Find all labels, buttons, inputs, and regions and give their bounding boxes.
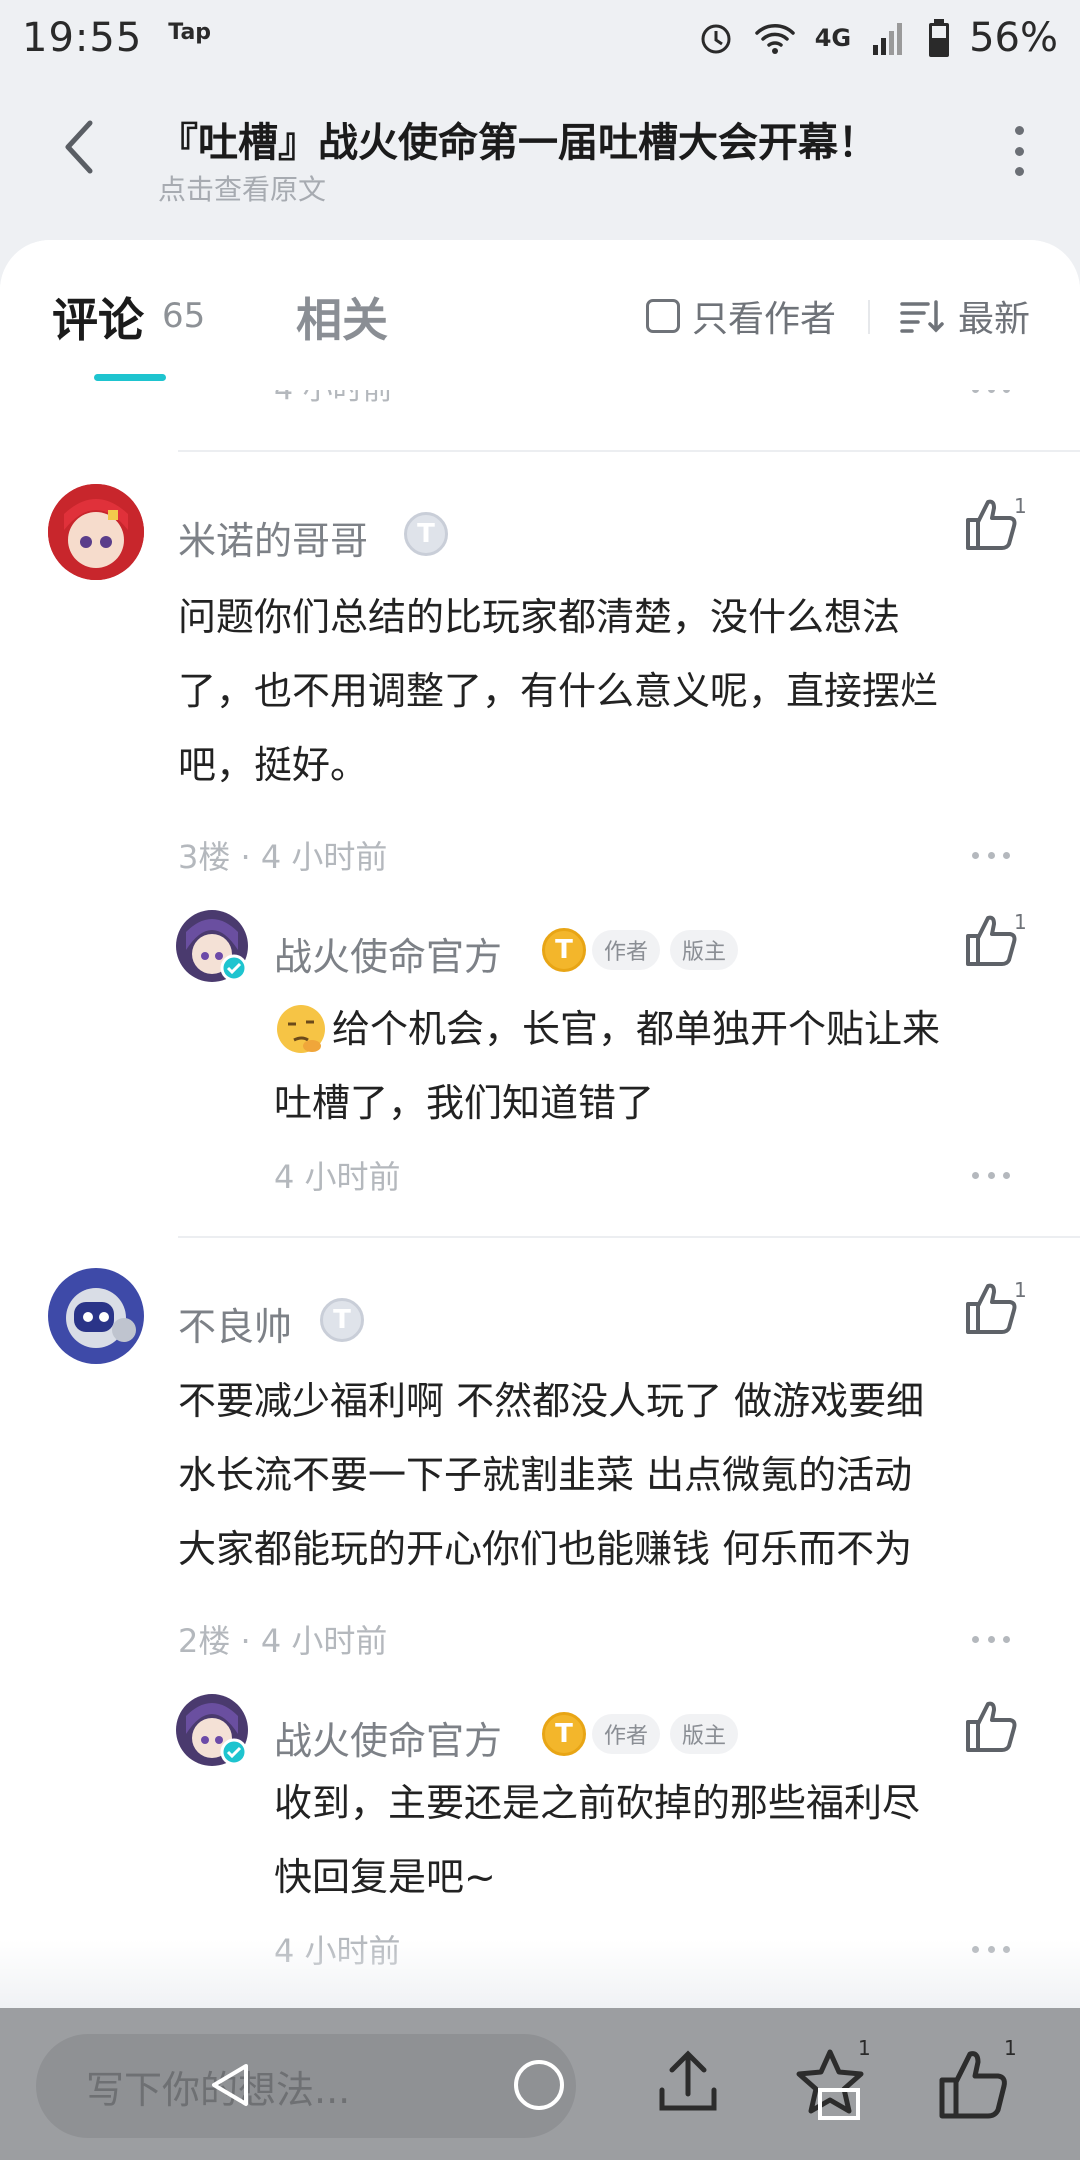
avatar[interactable] xyxy=(48,1268,144,1364)
reply-meta: 4 小时前 xyxy=(274,1158,401,1196)
active-tab-indicator xyxy=(94,374,166,381)
chevron-left-icon xyxy=(65,120,93,174)
post-title[interactable]: 『吐槽』战火使命第一届吐槽大会开幕！ xyxy=(158,110,878,168)
like-button[interactable] xyxy=(960,1278,1020,1338)
reply-text: 给个机会，长官，都单独开个贴让来 吐槽了，我们知道错了 xyxy=(274,1007,941,1125)
battery-icon xyxy=(929,19,950,57)
comment-text: 不要减少福利啊 不然都没人玩了 做游戏要细 水长流不要一下子就割韭菜 出点微氪的… xyxy=(178,1379,925,1571)
thumbs-up-icon xyxy=(966,1283,1017,1334)
wifi-icon xyxy=(754,24,795,54)
clock: 19:55 xyxy=(22,15,143,61)
thumbs-up-icon xyxy=(966,1701,1017,1752)
level-badge: T xyxy=(404,512,448,556)
more-options-button[interactable] xyxy=(1004,126,1034,176)
app-tag: Tap xyxy=(168,19,212,45)
view-original-link[interactable]: 点击查看原文 xyxy=(158,168,326,208)
comment-feed: 4 小时前 米诺的哥哥 T 1 问题你们总结的比玩家都清楚，没什么想法 了，也不… xyxy=(0,240,1080,2010)
divider xyxy=(178,450,1080,452)
like-button[interactable] xyxy=(960,910,1020,970)
comment-count: 65 xyxy=(162,296,206,336)
level-badge: T xyxy=(320,1298,364,1342)
divider xyxy=(868,300,870,334)
comment-input[interactable]: 写下你的想法... xyxy=(36,2034,576,2138)
comment-meta: 3楼 · 4 小时前 xyxy=(178,838,388,876)
status-bar: 19:55 Tap 4G 56% xyxy=(0,0,1080,76)
nav-back-icon[interactable] xyxy=(206,2060,254,2110)
username[interactable]: 米诺的哥哥 xyxy=(178,510,368,565)
status-icons: 4G 56% xyxy=(697,15,1058,61)
thumbs-up-icon xyxy=(966,499,1017,550)
favorite-count: 1 xyxy=(858,2036,871,2060)
level-badge: T xyxy=(542,928,586,972)
comment-more-button[interactable] xyxy=(972,1634,1010,1644)
tab-comments[interactable]: 评论 xyxy=(52,284,144,350)
author-only-label: 只看作者 xyxy=(692,299,837,340)
verified-icon xyxy=(220,954,248,982)
avatar[interactable] xyxy=(48,484,144,580)
back-button[interactable] xyxy=(50,112,110,182)
nav-home-icon[interactable] xyxy=(514,2060,564,2110)
like-count: 1 xyxy=(1014,1278,1027,1302)
tab-related[interactable]: 相关 xyxy=(296,284,388,350)
alarm-icon xyxy=(701,24,731,54)
author-tag: 作者 xyxy=(592,1714,661,1754)
like-count: 1 xyxy=(1004,2036,1017,2060)
comments-card: 4 小时前 米诺的哥哥 T 1 问题你们总结的比玩家都清楚，没什么想法 了，也不… xyxy=(0,240,1080,2010)
checkbox-icon[interactable] xyxy=(646,299,680,333)
divider xyxy=(178,1236,1080,1238)
author-tag: 作者 xyxy=(592,930,661,970)
battery-percent: 56% xyxy=(969,15,1058,61)
sort-label: 最新 xyxy=(958,299,1031,340)
username[interactable]: 不良帅 xyxy=(178,1296,292,1351)
post-header: 『吐槽』战火使命第一届吐槽大会开幕！ 点击查看原文 xyxy=(0,90,1080,220)
level-badge: T xyxy=(542,1712,586,1756)
reply-text: 收到，主要还是之前砍掉的那些福利尽 快回复是吧~ xyxy=(274,1781,921,1899)
like-count: 1 xyxy=(1014,494,1027,518)
author-only-toggle[interactable]: 只看作者 xyxy=(646,290,836,342)
verified-icon xyxy=(220,1738,248,1766)
network-type: 4G xyxy=(814,24,852,52)
username[interactable]: 战火使命官方 xyxy=(274,926,502,981)
comment-more-button[interactable] xyxy=(972,850,1010,860)
tab-bar: 评论 65 相关 只看作者 最新 xyxy=(0,240,1080,390)
sort-button[interactable]: 最新 xyxy=(900,290,1030,342)
thumbs-up-icon[interactable] xyxy=(932,2044,1012,2124)
comment-more-button[interactable] xyxy=(972,1170,1010,1180)
moderator-tag: 版主 xyxy=(670,1714,739,1754)
comment-text: 问题你们总结的比玩家都清楚，没什么想法 了，也不用调整了，有什么意义呢，直接摆烂… xyxy=(178,595,939,787)
username[interactable]: 战火使命官方 xyxy=(274,1710,502,1765)
signal-icon xyxy=(873,23,903,55)
bottom-action-bar: 写下你的想法... 1 1 xyxy=(0,2008,1080,2160)
share-icon[interactable] xyxy=(648,2044,728,2124)
sort-icon xyxy=(900,300,944,333)
like-button[interactable] xyxy=(960,494,1020,554)
comment-meta: 2楼 · 4 小时前 xyxy=(178,1622,388,1660)
like-button[interactable] xyxy=(960,1696,1020,1756)
scroll-fade xyxy=(0,1940,1080,2010)
moderator-tag: 版主 xyxy=(670,930,739,970)
thumbs-up-icon xyxy=(966,915,1017,966)
like-count: 1 xyxy=(1014,910,1027,934)
